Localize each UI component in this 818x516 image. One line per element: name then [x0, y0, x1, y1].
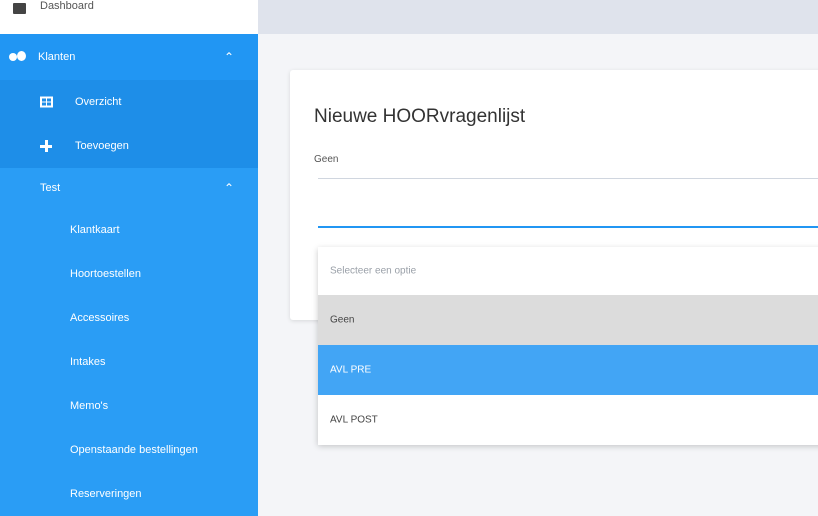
- dropdown-placeholder: Selecteer een optie: [318, 247, 818, 295]
- sidebar-item-label: Klanten: [38, 51, 76, 63]
- sidebar-item-klanten[interactable]: Klanten ⌃: [0, 34, 258, 80]
- sidebar-subitem-intakes[interactable]: Intakes: [0, 340, 258, 384]
- sidebar-item-label: Toevoegen: [75, 140, 129, 152]
- chevron-up-icon[interactable]: ⌃: [224, 50, 234, 64]
- plus-icon: [40, 140, 52, 152]
- dropdown-option-avl-post[interactable]: AVL POST: [318, 395, 818, 445]
- people-icon: [9, 51, 26, 63]
- page-title: Nieuwe HOORvragenlijst: [314, 106, 526, 127]
- sidebar-item-toevoegen[interactable]: Toevoegen: [0, 124, 258, 168]
- sidebar-item-label: Intakes: [70, 356, 106, 368]
- dropdown-option-avl-pre[interactable]: AVL PRE: [318, 345, 818, 395]
- sidebar-item-label: Accessoires: [70, 312, 130, 324]
- select-label: Geen: [314, 154, 339, 165]
- dropdown-option-geen[interactable]: Geen: [318, 295, 818, 345]
- sidebar-subitem-klantkaart[interactable]: Klantkaart: [0, 208, 258, 252]
- sidebar-item-label: Reserveringen: [70, 488, 142, 500]
- sidebar-item-overzicht[interactable]: Overzicht: [0, 80, 258, 124]
- sidebar-item-label: Klantkaart: [70, 224, 120, 236]
- option-label: AVL PRE: [330, 364, 372, 376]
- sidebar-item-label: Openstaande bestellingen: [70, 444, 198, 456]
- sidebar-item-test[interactable]: Test ⌃: [0, 168, 258, 208]
- sidebar-subitem-accessoires[interactable]: Accessoires: [0, 296, 258, 340]
- sidebar-item-label: Dashboard: [40, 0, 94, 12]
- sidebar-item-label: Memo's: [70, 400, 109, 412]
- sidebar-item-label: Overzicht: [75, 96, 122, 108]
- top-bar: [258, 0, 818, 34]
- sidebar-item-dashboard[interactable]: Dashboard: [0, 0, 258, 34]
- option-label: AVL POST: [330, 414, 378, 426]
- sidebar-subitem-reserveringen[interactable]: Reserveringen: [0, 472, 258, 516]
- option-label: Geen: [330, 314, 355, 326]
- placeholder-text: Selecteer een optie: [330, 265, 417, 277]
- select-dropdown: Selecteer een optie Geen AVL PRE AVL POS…: [318, 247, 818, 445]
- sidebar: Dashboard Klanten ⌃ Overzicht Toevoegen …: [0, 0, 258, 516]
- questionnaire-select[interactable]: [318, 178, 818, 228]
- sidebar-subitem-hoortoestellen[interactable]: Hoortoestellen: [0, 252, 258, 296]
- chevron-up-icon[interactable]: ⌃: [224, 181, 234, 195]
- table-icon: [40, 96, 53, 108]
- sidebar-subitem-openstaande-bestellingen[interactable]: Openstaande bestellingen: [0, 428, 258, 472]
- sidebar-item-label: Hoortoestellen: [70, 268, 141, 280]
- sidebar-subitem-memos[interactable]: Memo's: [0, 384, 258, 428]
- dashboard-icon: [13, 3, 26, 14]
- sidebar-item-label: Test: [40, 182, 61, 194]
